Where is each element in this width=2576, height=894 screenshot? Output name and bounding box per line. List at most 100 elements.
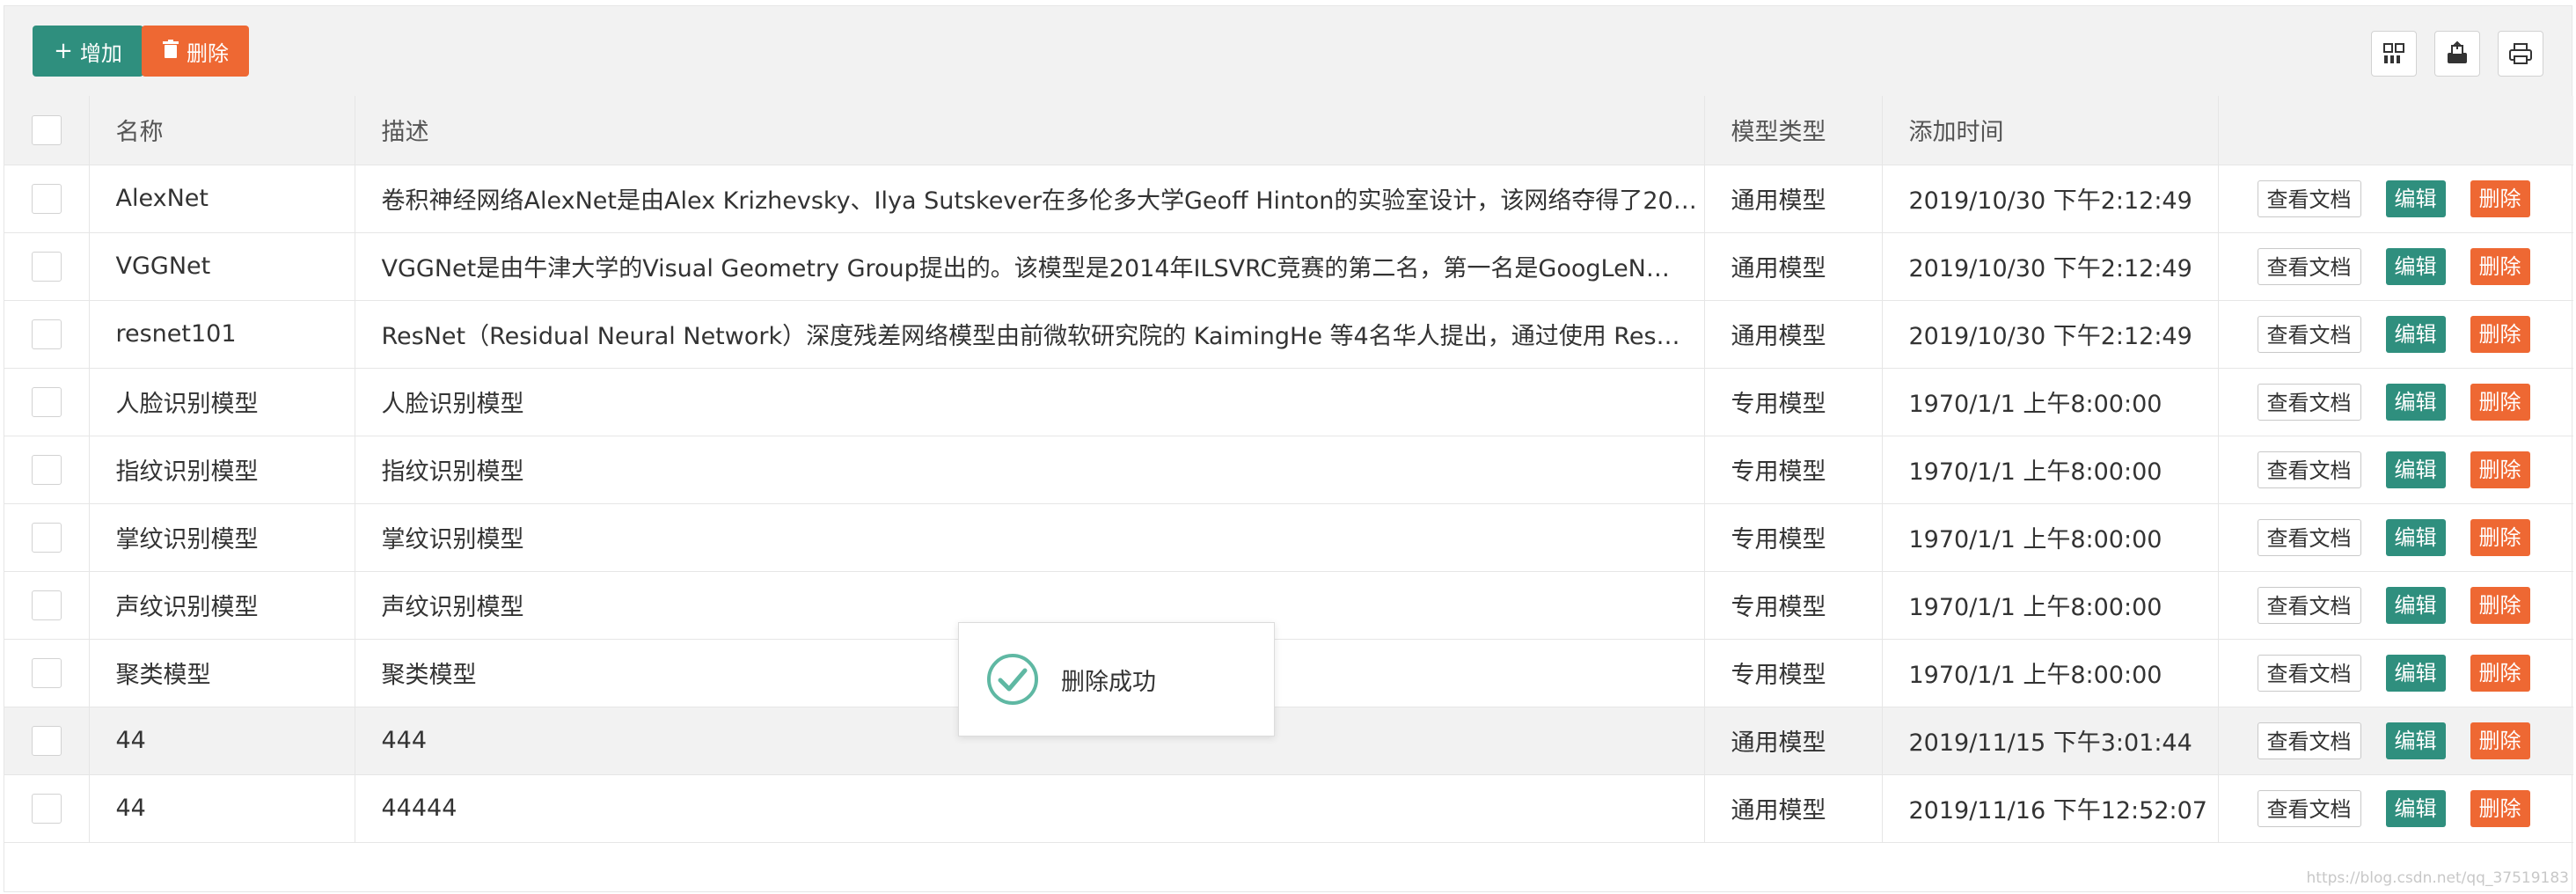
columns-toggle-button[interactable] — [2371, 31, 2417, 77]
cell-name: 掌纹识别模型 — [89, 503, 355, 572]
delete-button-label: 删除 — [187, 40, 229, 66]
row-delete-button[interactable]: 删除 — [2470, 586, 2530, 624]
cell-actions: 查看文档 编辑 删除 — [2218, 707, 2573, 775]
check-circle-icon — [987, 654, 1038, 705]
edit-button[interactable]: 编辑 — [2385, 654, 2446, 692]
view-doc-button[interactable]: 查看文档 — [2257, 383, 2361, 421]
row-checkbox[interactable] — [31, 590, 62, 620]
cell-model-type: 通用模型 — [1704, 774, 1883, 843]
table-row[interactable]: resnet101 ResNet（Residual Neural Network）… — [4, 300, 2573, 369]
row-delete-button[interactable]: 删除 — [2470, 789, 2530, 827]
table-row[interactable]: 44 444 通用模型 2019/11/15 下午3:01:44 查看文档 编辑 删除 — [4, 707, 2573, 775]
table-row[interactable]: AlexNet 卷积神经网络AlexNet是由Alex Krizhevsky、Il… — [4, 165, 2573, 233]
view-doc-button[interactable]: 查看文档 — [2257, 789, 2361, 827]
column-header-description[interactable]: 描述 — [355, 96, 1705, 165]
row-checkbox[interactable] — [31, 725, 62, 756]
edit-button[interactable]: 编辑 — [2385, 315, 2446, 353]
table-row[interactable]: 掌纹识别模型 掌纹识别模型 专用模型 1970/1/1 上午8:00:00 查看文档 编辑… — [4, 503, 2573, 572]
column-header-name[interactable]: 名称 — [89, 96, 355, 165]
row-delete-button[interactable]: 删除 — [2470, 180, 2530, 217]
cell-added-time: 1970/1/1 上午8:00:00 — [1882, 368, 2219, 436]
row-delete-button[interactable]: 删除 — [2470, 383, 2530, 421]
row-checkbox[interactable] — [31, 657, 62, 688]
view-doc-button[interactable]: 查看文档 — [2257, 451, 2361, 488]
table-row[interactable]: 聚类模型 聚类模型 专用模型 1970/1/1 上午8:00:00 查看文档 编辑 删除 — [4, 639, 2573, 707]
row-delete-button[interactable]: 删除 — [2470, 518, 2530, 556]
cell-actions: 查看文档 编辑 删除 — [2218, 571, 2573, 640]
view-doc-button[interactable]: 查看文档 — [2257, 518, 2361, 556]
table-row[interactable]: 人脸识别模型 人脸识别模型 专用模型 1970/1/1 上午8:00:00 查看文档 编辑… — [4, 368, 2573, 436]
row-checkbox[interactable] — [31, 386, 62, 417]
select-all-checkbox[interactable] — [31, 114, 62, 145]
edit-button[interactable]: 编辑 — [2385, 722, 2446, 759]
cell-added-time: 2019/11/15 下午3:01:44 — [1882, 707, 2219, 775]
cell-name: 聚类模型 — [89, 639, 355, 707]
view-doc-button[interactable]: 查看文档 — [2257, 722, 2361, 759]
row-delete-button[interactable]: 删除 — [2470, 654, 2530, 692]
row-checkbox[interactable] — [31, 522, 62, 553]
row-select-cell — [4, 503, 90, 572]
plus-icon: + — [54, 38, 73, 64]
cell-name: 指纹识别模型 — [89, 436, 355, 504]
edit-button[interactable]: 编辑 — [2385, 383, 2446, 421]
table-row[interactable]: 44 44444 通用模型 2019/11/16 下午12:52:07 查看文档 编辑 删除 — [4, 774, 2573, 843]
cell-added-time: 1970/1/1 上午8:00:00 — [1882, 503, 2219, 572]
cell-name: resnet101 — [89, 300, 355, 369]
cell-model-type: 通用模型 — [1704, 300, 1883, 369]
row-checkbox[interactable] — [31, 319, 62, 349]
toast-message: 删除成功 — [1061, 668, 1156, 696]
row-select-cell — [4, 571, 90, 640]
add-button[interactable]: + 增加 — [33, 26, 143, 77]
cell-added-time: 2019/10/30 下午2:12:49 — [1882, 300, 2219, 369]
cell-model-type: 通用模型 — [1704, 707, 1883, 775]
row-delete-button[interactable]: 删除 — [2470, 451, 2530, 488]
cell-name: VGGNet — [89, 232, 355, 301]
table-row[interactable]: VGGNet VGGNet是由牛津大学的Visual Geometry Group… — [4, 232, 2573, 301]
success-toast: 删除成功 — [958, 622, 1275, 736]
cell-added-time: 1970/1/1 上午8:00:00 — [1882, 639, 2219, 707]
row-delete-button[interactable]: 删除 — [2470, 722, 2530, 759]
cell-name: 44 — [89, 707, 355, 775]
export-button[interactable] — [2434, 31, 2480, 77]
table-row[interactable]: 声纹识别模型 声纹识别模型 专用模型 1970/1/1 上午8:00:00 查看文档 编辑… — [4, 571, 2573, 640]
cell-model-type: 专用模型 — [1704, 503, 1883, 572]
row-checkbox[interactable] — [31, 793, 62, 824]
row-select-cell — [4, 707, 90, 775]
cell-model-type: 通用模型 — [1704, 232, 1883, 301]
edit-button[interactable]: 编辑 — [2385, 180, 2446, 217]
edit-button[interactable]: 编辑 — [2385, 451, 2446, 488]
view-doc-button[interactable]: 查看文档 — [2257, 247, 2361, 285]
cell-added-time: 2019/10/30 下午2:12:49 — [1882, 165, 2219, 233]
column-header-added-time[interactable]: 添加时间 — [1882, 96, 2219, 165]
cell-added-time: 2019/11/16 下午12:52:07 — [1882, 774, 2219, 843]
edit-button[interactable]: 编辑 — [2385, 789, 2446, 827]
trash-icon — [162, 39, 179, 63]
row-delete-button[interactable]: 删除 — [2470, 247, 2530, 285]
edit-button[interactable]: 编辑 — [2385, 247, 2446, 285]
cell-description: 卷积神经网络AlexNet是由Alex Krizhevsky、Ilya Suts… — [355, 165, 1705, 233]
view-doc-button[interactable]: 查看文档 — [2257, 180, 2361, 217]
cell-name: AlexNet — [89, 165, 355, 233]
view-doc-button[interactable]: 查看文档 — [2257, 654, 2361, 692]
table-row[interactable]: 指纹识别模型 指纹识别模型 专用模型 1970/1/1 上午8:00:00 查看文档 编辑… — [4, 436, 2573, 504]
row-checkbox[interactable] — [31, 454, 62, 485]
cell-model-type: 通用模型 — [1704, 165, 1883, 233]
view-doc-button[interactable]: 查看文档 — [2257, 315, 2361, 353]
delete-button[interactable]: 删除 — [142, 26, 249, 77]
column-header-model-type[interactable]: 模型类型 — [1704, 96, 1883, 165]
row-checkbox[interactable] — [31, 251, 62, 282]
edit-button[interactable]: 编辑 — [2385, 586, 2446, 624]
watermark: https://blog.csdn.net/qq_37519183 — [2306, 869, 2569, 887]
cell-description: 人脸识别模型 — [355, 368, 1705, 436]
model-table: 名称 描述 模型类型 添加时间 AlexNet 卷积神经网络AlexNet是由Al… — [4, 96, 2573, 843]
row-delete-button[interactable]: 删除 — [2470, 315, 2530, 353]
row-select-cell — [4, 165, 90, 233]
columns-icon — [2383, 43, 2404, 63]
row-checkbox[interactable] — [31, 183, 62, 214]
row-select-cell — [4, 300, 90, 369]
cell-model-type: 专用模型 — [1704, 571, 1883, 640]
edit-button[interactable]: 编辑 — [2385, 518, 2446, 556]
column-header-actions — [2218, 96, 2573, 165]
view-doc-button[interactable]: 查看文档 — [2257, 586, 2361, 624]
print-button[interactable] — [2498, 31, 2543, 77]
